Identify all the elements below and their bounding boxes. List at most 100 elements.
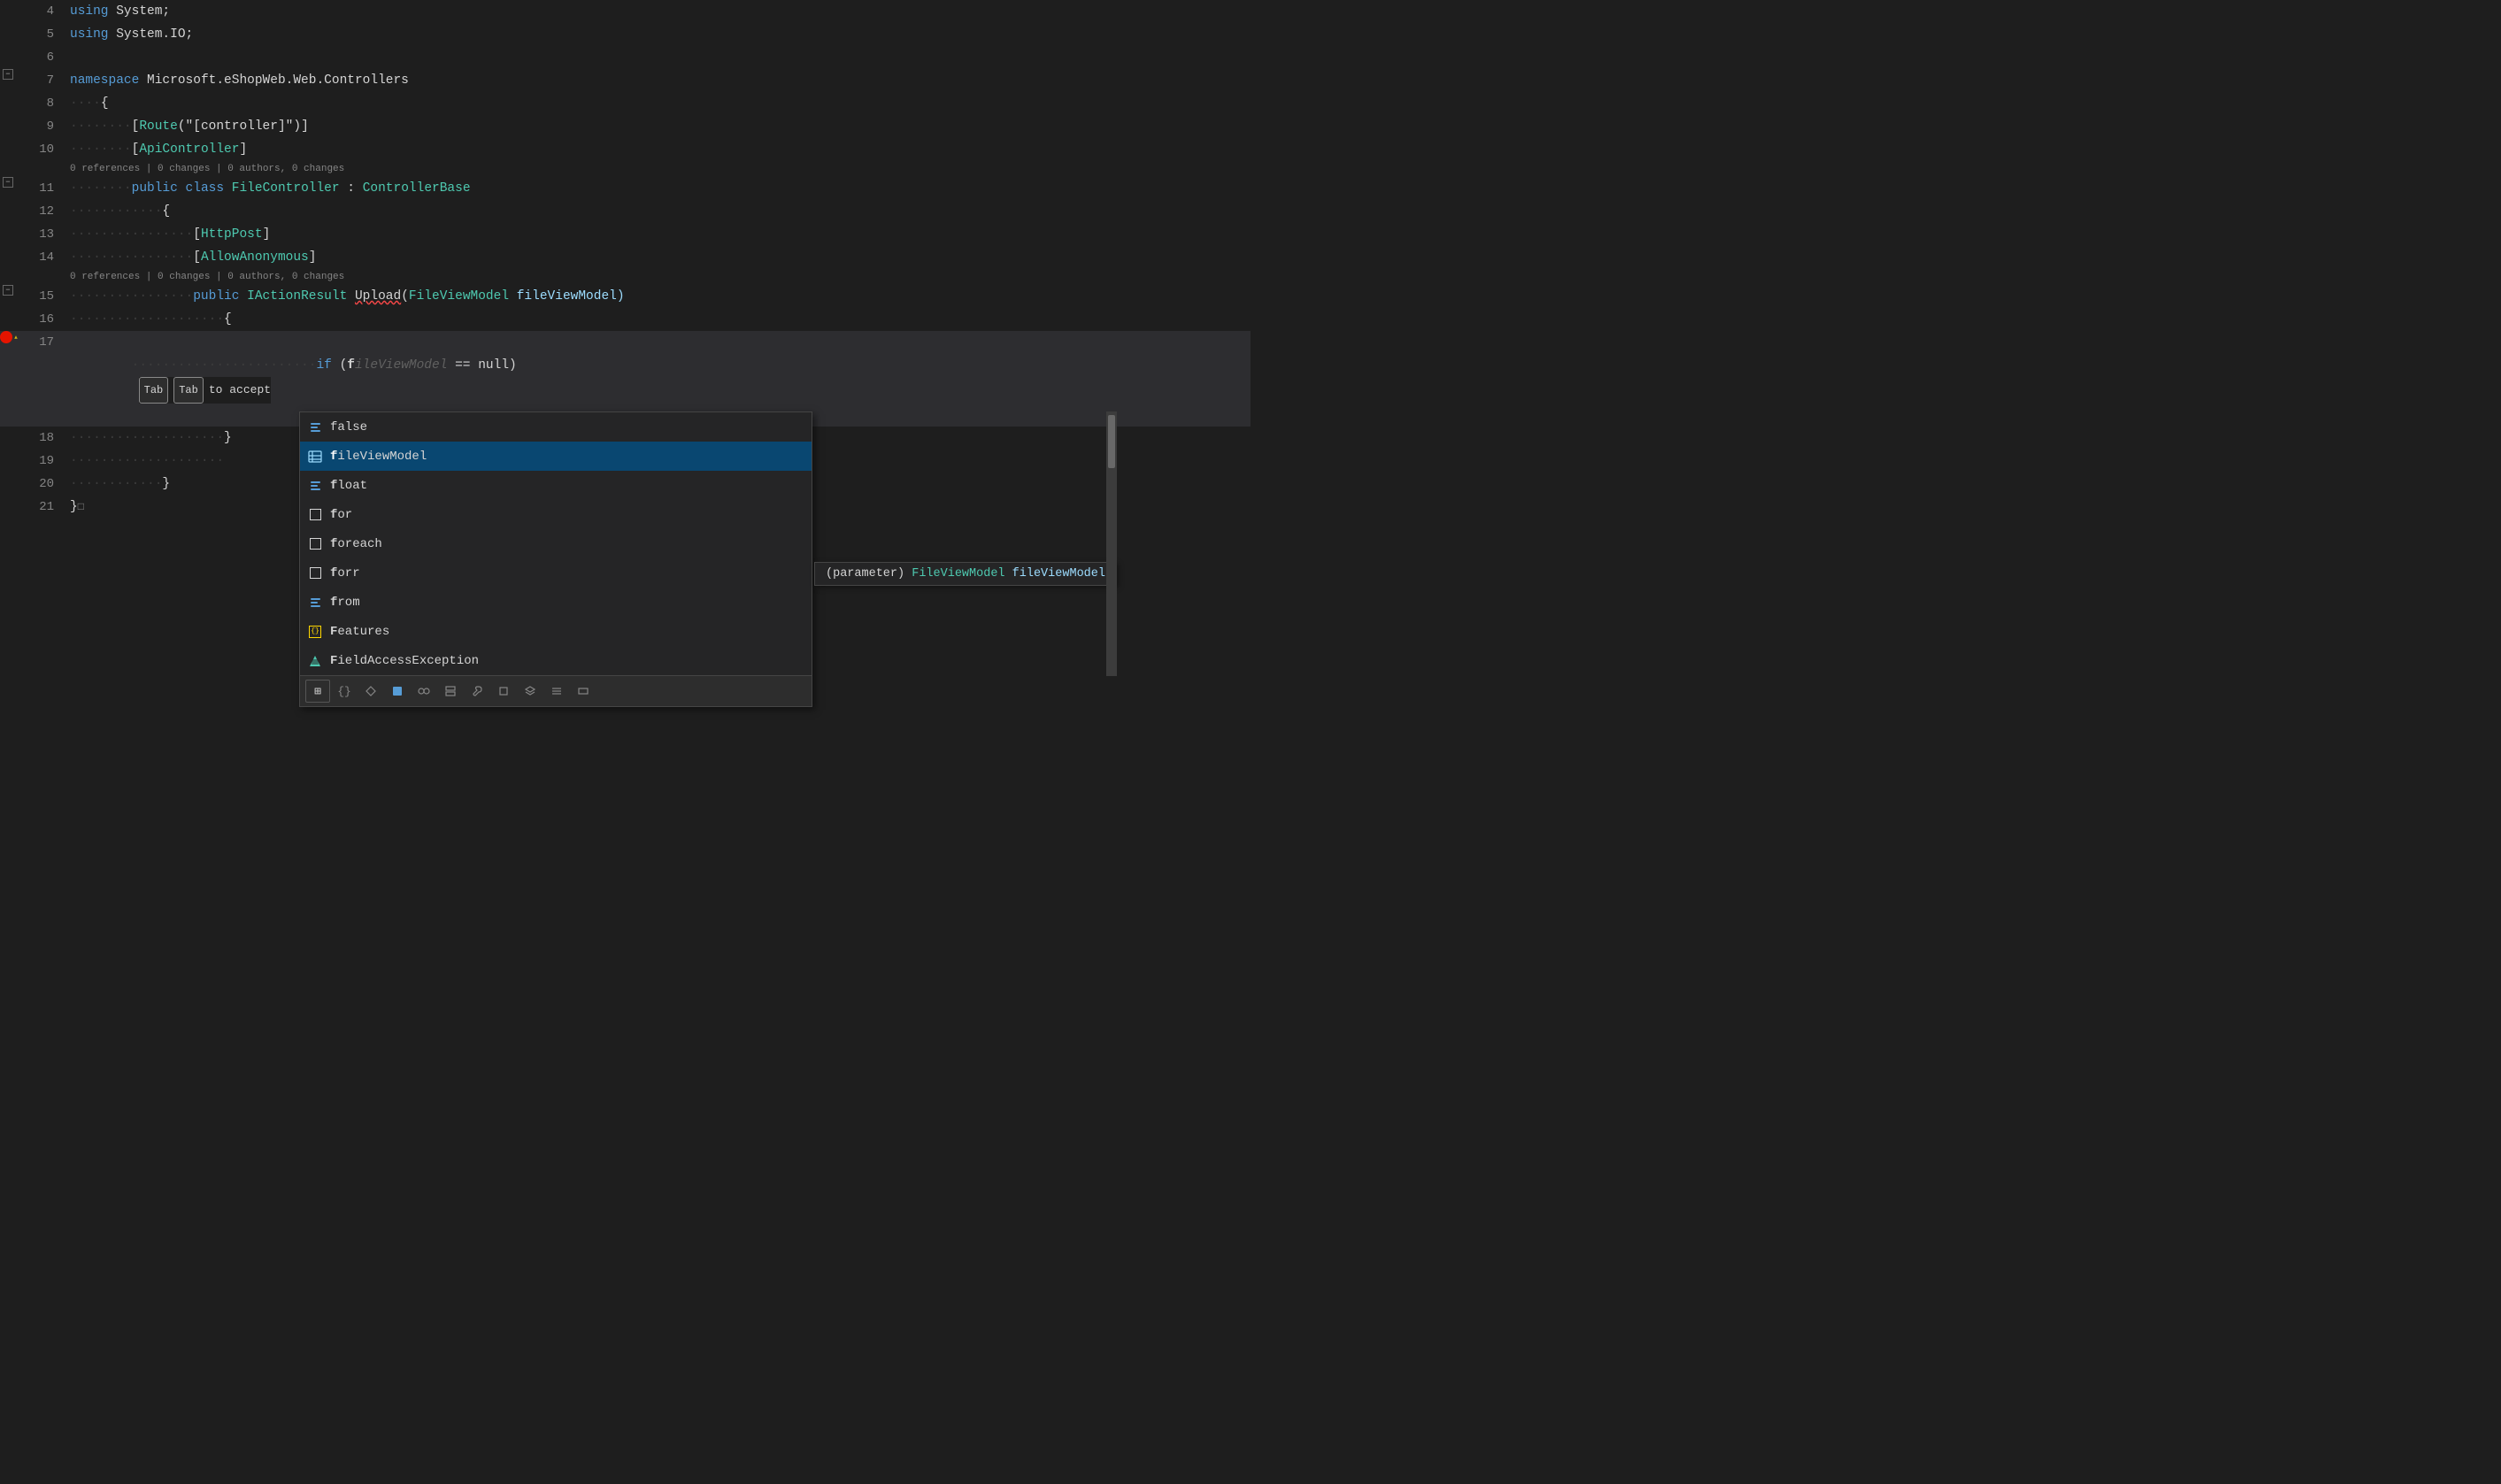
line-content-9: ········[Route("[controller]")] <box>66 115 1250 138</box>
gutter-15: − <box>0 285 18 296</box>
autocomplete-list: false fileViewModel <box>299 411 812 707</box>
type-iactionresult: IActionResult <box>247 289 347 304</box>
line-number-8: 8 <box>18 92 66 115</box>
collapse-icon-7[interactable]: − <box>3 69 13 80</box>
attr-apicontroller: ApiController <box>139 142 239 157</box>
attr-httppost: HttpPost <box>201 227 263 242</box>
keyword-icon-float <box>307 478 323 494</box>
autocomplete-scrollbar-area: ⊞ {} <box>300 675 812 706</box>
ac-label-fieldaccessexception: FieldAccessException <box>330 654 804 668</box>
line-content-8: ····{ <box>66 92 1250 115</box>
line-8: 8 ····{ <box>0 92 1250 115</box>
tab-key-1: Tab <box>139 377 169 404</box>
hint-14: 0 references | 0 changes | 0 authors, 0 … <box>70 269 1250 285</box>
autocomplete-item-float[interactable]: float <box>300 471 812 500</box>
ac-label-features: Features <box>330 625 804 639</box>
line-6: 6 <box>0 46 1250 69</box>
keyword-if: if <box>316 358 331 373</box>
svg-text:!: ! <box>15 336 16 339</box>
line-number-17: 17 <box>18 331 66 354</box>
line-number-13: 13 <box>18 223 66 246</box>
snippet-icon-forr <box>307 565 323 581</box>
footer-icon-layers[interactable] <box>518 680 543 703</box>
footer-icon-rect[interactable] <box>571 680 596 703</box>
autocomplete-footer: ⊞ {} <box>300 675 812 706</box>
param-fileviewmodel: fileViewModel) <box>509 289 625 304</box>
autocomplete-scrollbar-thumb <box>1108 415 1115 468</box>
line-hint-14: 0 references | 0 changes | 0 authors, 0 … <box>66 269 1250 285</box>
tab-key-2: Tab <box>173 377 204 404</box>
line-number-20: 20 <box>18 473 66 496</box>
code-null-check: == null) <box>447 358 516 373</box>
exception-icon-svg <box>309 655 321 667</box>
text-namespace: Microsoft.eShopWeb.Web.Controllers <box>139 73 409 88</box>
autocomplete-item-forr[interactable]: forr <box>300 558 812 588</box>
breakpoint-17[interactable] <box>0 331 12 343</box>
keyword-icon-from <box>307 595 323 611</box>
line-10: 10 ········[ApiController] 0 references … <box>0 138 1250 177</box>
footer-icon-square-filled[interactable] <box>385 680 410 703</box>
line-11: − 11 ········public class FileController… <box>0 177 1250 200</box>
snippet-icon-foreach <box>307 536 323 552</box>
line-number-11: 11 <box>18 177 66 200</box>
gutter-7: − <box>0 69 18 80</box>
line-content-4: using System; <box>66 0 1250 23</box>
line-number-19: 19 <box>18 450 66 473</box>
class-icon-features: {} <box>307 624 323 640</box>
autocomplete-item-fieldaccessexception[interactable]: FieldAccessException <box>300 646 812 675</box>
ac-label-false: false <box>330 420 804 434</box>
footer-icon-cube[interactable] <box>491 680 516 703</box>
variable-icon-svg <box>308 450 322 464</box>
line-number-10: 10 <box>18 138 66 161</box>
line-number-6: 6 <box>18 46 66 69</box>
footer-icon-wrench[interactable] <box>465 680 489 703</box>
hint-10: 0 references | 0 changes | 0 authors, 0 … <box>70 161 1250 177</box>
autocomplete-item-fileviewmodel[interactable]: fileViewModel <box>300 442 812 471</box>
footer-icon-stack[interactable] <box>438 680 463 703</box>
ac-label-forr: forr <box>330 566 804 581</box>
line-15: − 15 ················public IActionResul… <box>0 285 1250 308</box>
footer-icon-circles[interactable] <box>412 680 436 703</box>
autocomplete-item-for[interactable]: for <box>300 500 812 529</box>
line-content-11: ········public class FileController : Co… <box>66 177 1250 200</box>
autocomplete-item-false[interactable]: false <box>300 412 812 442</box>
line-4: 4 using System; <box>0 0 1250 23</box>
ac-label-float: float <box>330 479 804 493</box>
autocomplete-item-foreach[interactable]: foreach <box>300 529 812 558</box>
line-content-15: ················public IActionResult Upl… <box>66 285 1250 308</box>
autocomplete-item-from[interactable]: from <box>300 588 812 617</box>
ac-label-foreach: foreach <box>330 537 804 551</box>
autocomplete-dropdown: false fileViewModel <box>299 411 1117 707</box>
line-number-7: 7 <box>18 69 66 92</box>
keyword-namespace: namespace <box>70 73 139 88</box>
line-content-13: ················[HttpPost] <box>66 223 1250 246</box>
tab-accept-text: to accept <box>209 379 271 402</box>
line-5: 5 using System.IO; <box>0 23 1250 46</box>
keyword-class: class <box>186 181 225 196</box>
param-type-name: FileViewModel <box>912 567 1004 581</box>
line-number-4: 4 <box>18 0 66 23</box>
line-number-12: 12 <box>18 200 66 223</box>
param-info-tooltip: (parameter) FileViewModel fileViewModel <box>814 562 1117 586</box>
footer-icon-braces[interactable]: {} <box>332 680 357 703</box>
footer-icon-grid[interactable]: ⊞ <box>305 680 330 703</box>
keyword-using-4: using <box>70 4 109 19</box>
snippet-icon-for <box>307 507 323 523</box>
type-fileviewmodel-param: FileViewModel <box>409 289 509 304</box>
line-number-5: 5 <box>18 23 66 46</box>
classname-controllerbase: ControllerBase <box>363 181 471 196</box>
classname-filecontroller: FileController <box>232 181 340 196</box>
line-14: 14 ················[AllowAnonymous] 0 re… <box>0 246 1250 285</box>
line-content-16: ····················{ <box>66 308 1250 331</box>
autocomplete-item-features[interactable]: {} Features <box>300 617 812 646</box>
text-5: System.IO; <box>109 27 194 42</box>
ac-label-from: from <box>330 596 804 610</box>
collapse-icon-11[interactable]: − <box>3 177 13 188</box>
keyword-public-11: public <box>132 181 178 196</box>
typed-f: f <box>347 358 355 373</box>
footer-icon-diamond[interactable] <box>358 680 383 703</box>
collapse-icon-15[interactable]: − <box>3 285 13 296</box>
line-content-7: namespace Microsoft.eShopWeb.Web.Control… <box>66 69 1250 92</box>
autocomplete-scrollbar[interactable] <box>1106 411 1117 676</box>
footer-icon-lines[interactable] <box>544 680 569 703</box>
